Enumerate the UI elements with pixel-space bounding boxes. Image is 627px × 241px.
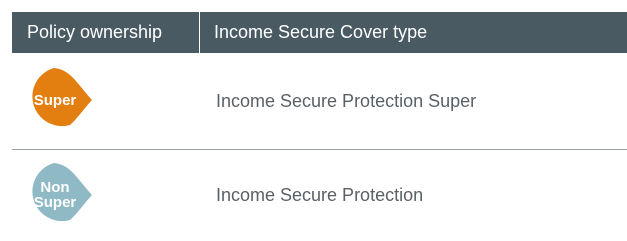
non-super-badge-label: Non Super [28,163,82,227]
cover-type-text: Income Secure Protection Super [216,90,477,111]
table-header: Policy ownership Income Secure Cover typ… [12,12,627,53]
badge-line: Super [33,91,77,109]
super-badge-label: Super [28,68,82,132]
ownership-cell: Super [12,53,200,149]
cover-type-text: Income Secure Protection [216,185,424,205]
badge-line: Super [33,194,77,211]
table-row-non-super: Non Super Income Secure Protection [12,150,627,241]
header-cover-type: Income Secure Cover type [214,22,428,42]
header-policy-ownership: Policy ownership [12,12,200,53]
ownership-cell: Non Super [12,150,200,241]
ownership-table: Policy ownership Income Secure Cover typ… [12,12,627,241]
badge-line: Non [40,179,70,196]
table-row-super: Super Income Secure Protection Super [12,53,627,150]
non-super-badge: Non Super [28,163,92,227]
super-badge: Super [28,68,92,132]
